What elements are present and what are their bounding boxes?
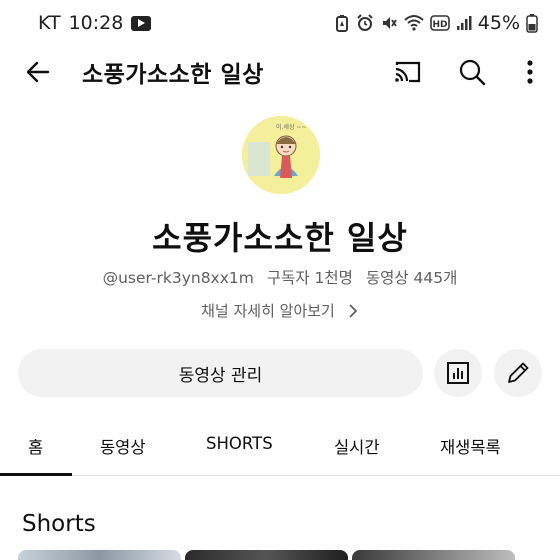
manage-videos-button[interactable]: 동영상 관리 (18, 349, 423, 397)
avatar-illustration: 이.세상 ~~ (242, 116, 320, 194)
svg-text:이.세상 ~~: 이.세상 ~~ (276, 123, 306, 131)
cast-button[interactable] (392, 56, 424, 88)
selected-tab-indicator (0, 473, 72, 476)
analytics-button[interactable] (434, 349, 482, 397)
channel-avatar[interactable]: 이.세상 ~~ (242, 116, 320, 194)
mute-icon (382, 17, 397, 29)
cast-icon (395, 61, 421, 83)
wifi-icon (404, 15, 424, 31)
clock: 10:28 (68, 12, 124, 34)
more-options-button[interactable] (514, 56, 546, 88)
alarm-icon (357, 14, 373, 31)
status-bar: KT 10:28 HD 45% (0, 0, 560, 46)
status-right: HD 45% (334, 12, 538, 34)
tab-videos[interactable]: 동영상 (100, 434, 146, 458)
channel-handle: @user-rk3yn8xx1m (102, 269, 254, 287)
page-title: 소풍가소소한 일상 (82, 62, 264, 88)
pencil-icon (508, 362, 529, 383)
video-count: 동영상 445개 (365, 269, 458, 287)
back-button[interactable] (22, 56, 54, 88)
search-button[interactable] (456, 56, 488, 88)
chevron-right-icon (349, 303, 358, 318)
more-vertical-icon (527, 60, 533, 84)
tab-shorts[interactable]: SHORTS (206, 434, 273, 453)
channel-meta: @user-rk3yn8xx1m 구독자 1천명 동영상 445개 (0, 266, 560, 288)
carrier-label: KT (38, 12, 61, 34)
signal-icon (456, 16, 472, 30)
channel-about-link[interactable]: 채널 자세히 알아보기 (0, 300, 560, 321)
shorts-thumbnail[interactable] (18, 550, 181, 560)
shorts-thumbnail[interactable] (185, 550, 348, 560)
tab-home[interactable]: 홈 (28, 434, 43, 458)
youtube-notification-icon (131, 15, 152, 31)
channel-tabs: 홈 동영상 SHORTS 실시간 재생목록 (0, 420, 560, 476)
about-link-label: 채널 자세히 알아보기 (201, 302, 335, 320)
arrow-left-icon (26, 61, 50, 83)
shorts-thumbnails (18, 550, 515, 560)
battery-percent: 45% (477, 12, 520, 34)
subscriber-count: 구독자 1천명 (266, 269, 353, 287)
battery-icon (526, 14, 538, 33)
shorts-thumbnail[interactable] (352, 550, 515, 560)
svg-text:HD: HD (432, 20, 447, 30)
app-bar: 소풍가소소한 일상 (0, 46, 560, 96)
tab-playlists[interactable]: 재생목록 (440, 434, 501, 458)
channel-name: 소풍가소소한 일상 (152, 219, 408, 257)
analytics-icon (447, 362, 469, 384)
search-icon (459, 59, 486, 86)
edit-channel-button[interactable] (494, 349, 542, 397)
tab-live[interactable]: 실시간 (334, 434, 380, 458)
battery-saver-icon (335, 15, 348, 32)
hd-icon: HD (429, 15, 450, 31)
shorts-section-title: Shorts (22, 511, 96, 537)
status-left: KT 10:28 (38, 12, 152, 34)
